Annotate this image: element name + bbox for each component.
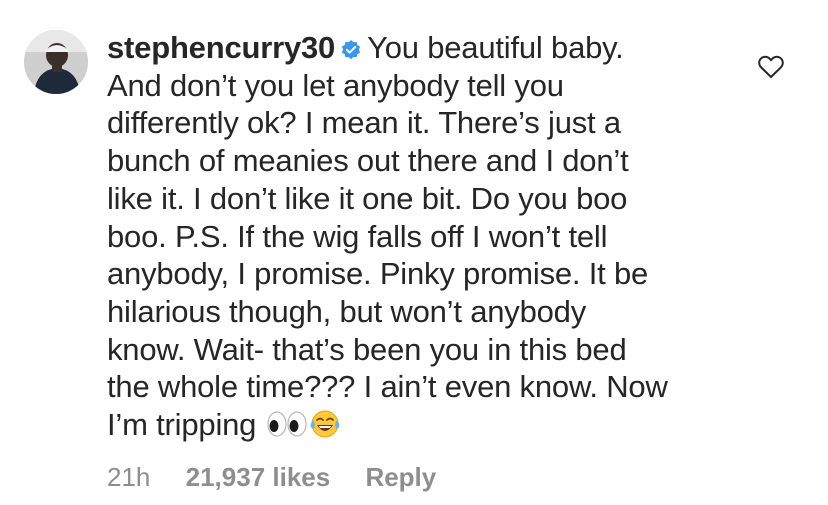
eyes-emoji-icon — [267, 411, 307, 437]
comment-text-line: like it. I don’t like it one bit. Do you… — [107, 180, 628, 216]
comment-text-line: I’m tripping — [107, 407, 257, 443]
comment-text-line: boo. P.S. If the wig falls off I won’t t… — [107, 218, 608, 254]
avatar[interactable] — [24, 30, 88, 94]
comment-text-line: know. Wait- that’s been you in this bed — [107, 331, 627, 367]
username-link[interactable]: stephencurry30 — [107, 30, 335, 65]
timestamp[interactable]: 21h — [107, 462, 150, 492]
comment-text-line: the whole time??? I ain’t even know. Now — [107, 369, 668, 405]
comment-text-line: You beautiful baby. — [367, 30, 624, 65]
reply-button[interactable]: Reply — [365, 462, 436, 492]
comment-last-line: I’m tripping — [107, 406, 747, 444]
comment-text-line: And don’t you let anybody tell you — [107, 67, 564, 103]
comment-meta: 21h 21,937 likes Reply — [107, 462, 464, 493]
comment-line-1: stephencurry30 You beautiful baby. — [107, 29, 747, 67]
comment-body: stephencurry30 You beautiful baby. And do… — [107, 29, 747, 444]
verified-badge-icon — [341, 40, 361, 60]
likes-count[interactable]: 21,937 likes — [186, 462, 331, 492]
comment-text-line: differently ok? I mean it. There’s just … — [107, 105, 621, 141]
heart-icon[interactable] — [758, 55, 784, 79]
comment-text-line: bunch of meanies out there and I don’t — [107, 143, 629, 179]
comment-text-line: hilarious though, but won’t anybody — [107, 293, 586, 329]
tears-of-joy-emoji-icon — [310, 410, 339, 438]
avatar-image — [24, 30, 88, 94]
comment-text-line: anybody, I promise. Pinky promise. It be — [107, 256, 649, 292]
comment: stephencurry30 You beautiful baby. And do… — [0, 0, 828, 505]
